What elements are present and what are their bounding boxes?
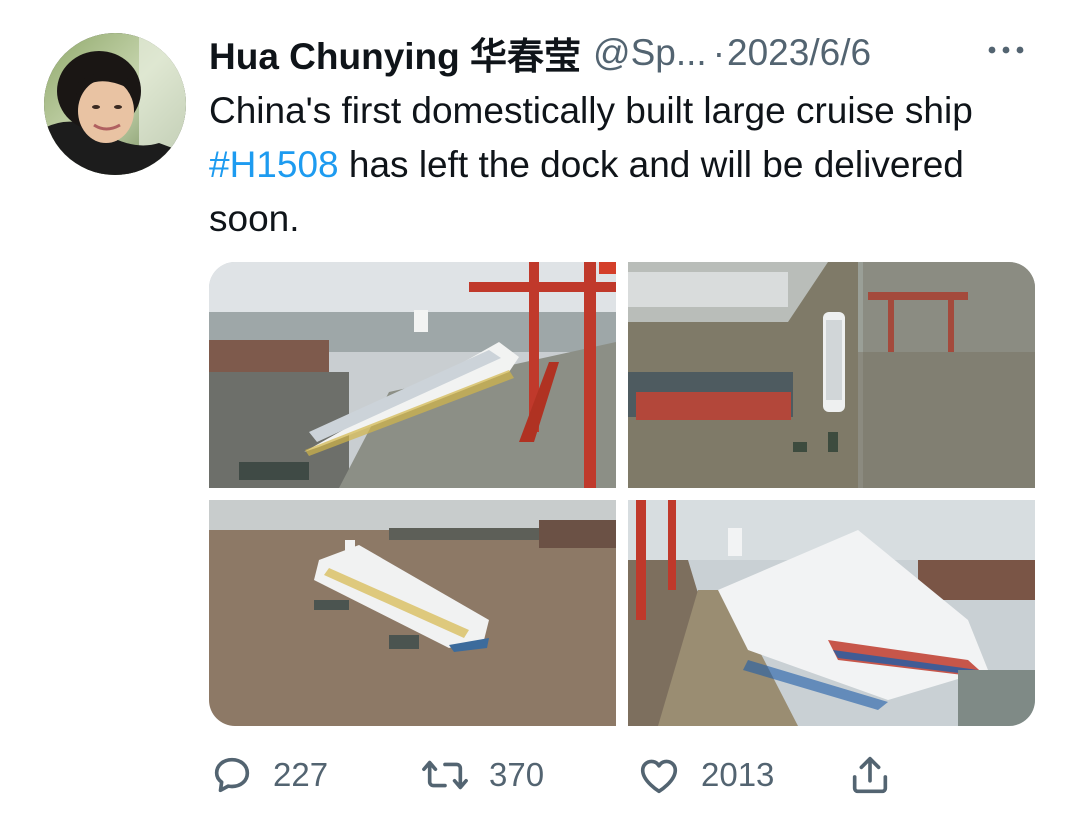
retweet-count: 370 xyxy=(489,756,545,793)
share-icon xyxy=(847,752,893,798)
separator-dot: · xyxy=(712,32,726,73)
cruise-ship-on-river-photo[interactable] xyxy=(209,500,616,726)
tweet-text: China's first domestically built large c… xyxy=(209,84,1029,246)
more-options-icon[interactable] xyxy=(984,38,1028,62)
reply-count: 227 xyxy=(273,756,329,793)
hashtag-link[interactable]: #H1508 xyxy=(209,144,339,185)
cruise-ship-bow-close-photo[interactable] xyxy=(628,500,1035,726)
author-handle[interactable]: @Sp... xyxy=(593,32,707,74)
tweet-text-part1: China's first domestically built large c… xyxy=(209,90,973,131)
reply-button[interactable]: 227 xyxy=(209,745,328,805)
heart-icon xyxy=(635,752,683,798)
tweet-header: Hua Chunying 华春莹 @Sp... · 2023/6/6 xyxy=(209,30,1040,77)
share-button[interactable] xyxy=(847,745,893,805)
comment-bubble-icon xyxy=(209,752,255,798)
retweet-icon xyxy=(419,752,471,798)
media-grid xyxy=(209,262,1035,726)
tweet-actions: 227 370 2013 xyxy=(209,745,929,805)
cruise-ship-at-dock-photo[interactable] xyxy=(209,262,616,488)
author-name[interactable]: Hua Chunying 华春莹 xyxy=(209,26,581,80)
retweet-button[interactable]: 370 xyxy=(419,745,544,805)
avatar[interactable] xyxy=(44,33,186,175)
like-button[interactable]: 2013 xyxy=(635,745,774,805)
tweet-date[interactable]: 2023/6/6 xyxy=(727,32,871,74)
like-count: 2013 xyxy=(701,756,775,793)
shipyard-aerial-photo[interactable] xyxy=(628,262,1035,488)
